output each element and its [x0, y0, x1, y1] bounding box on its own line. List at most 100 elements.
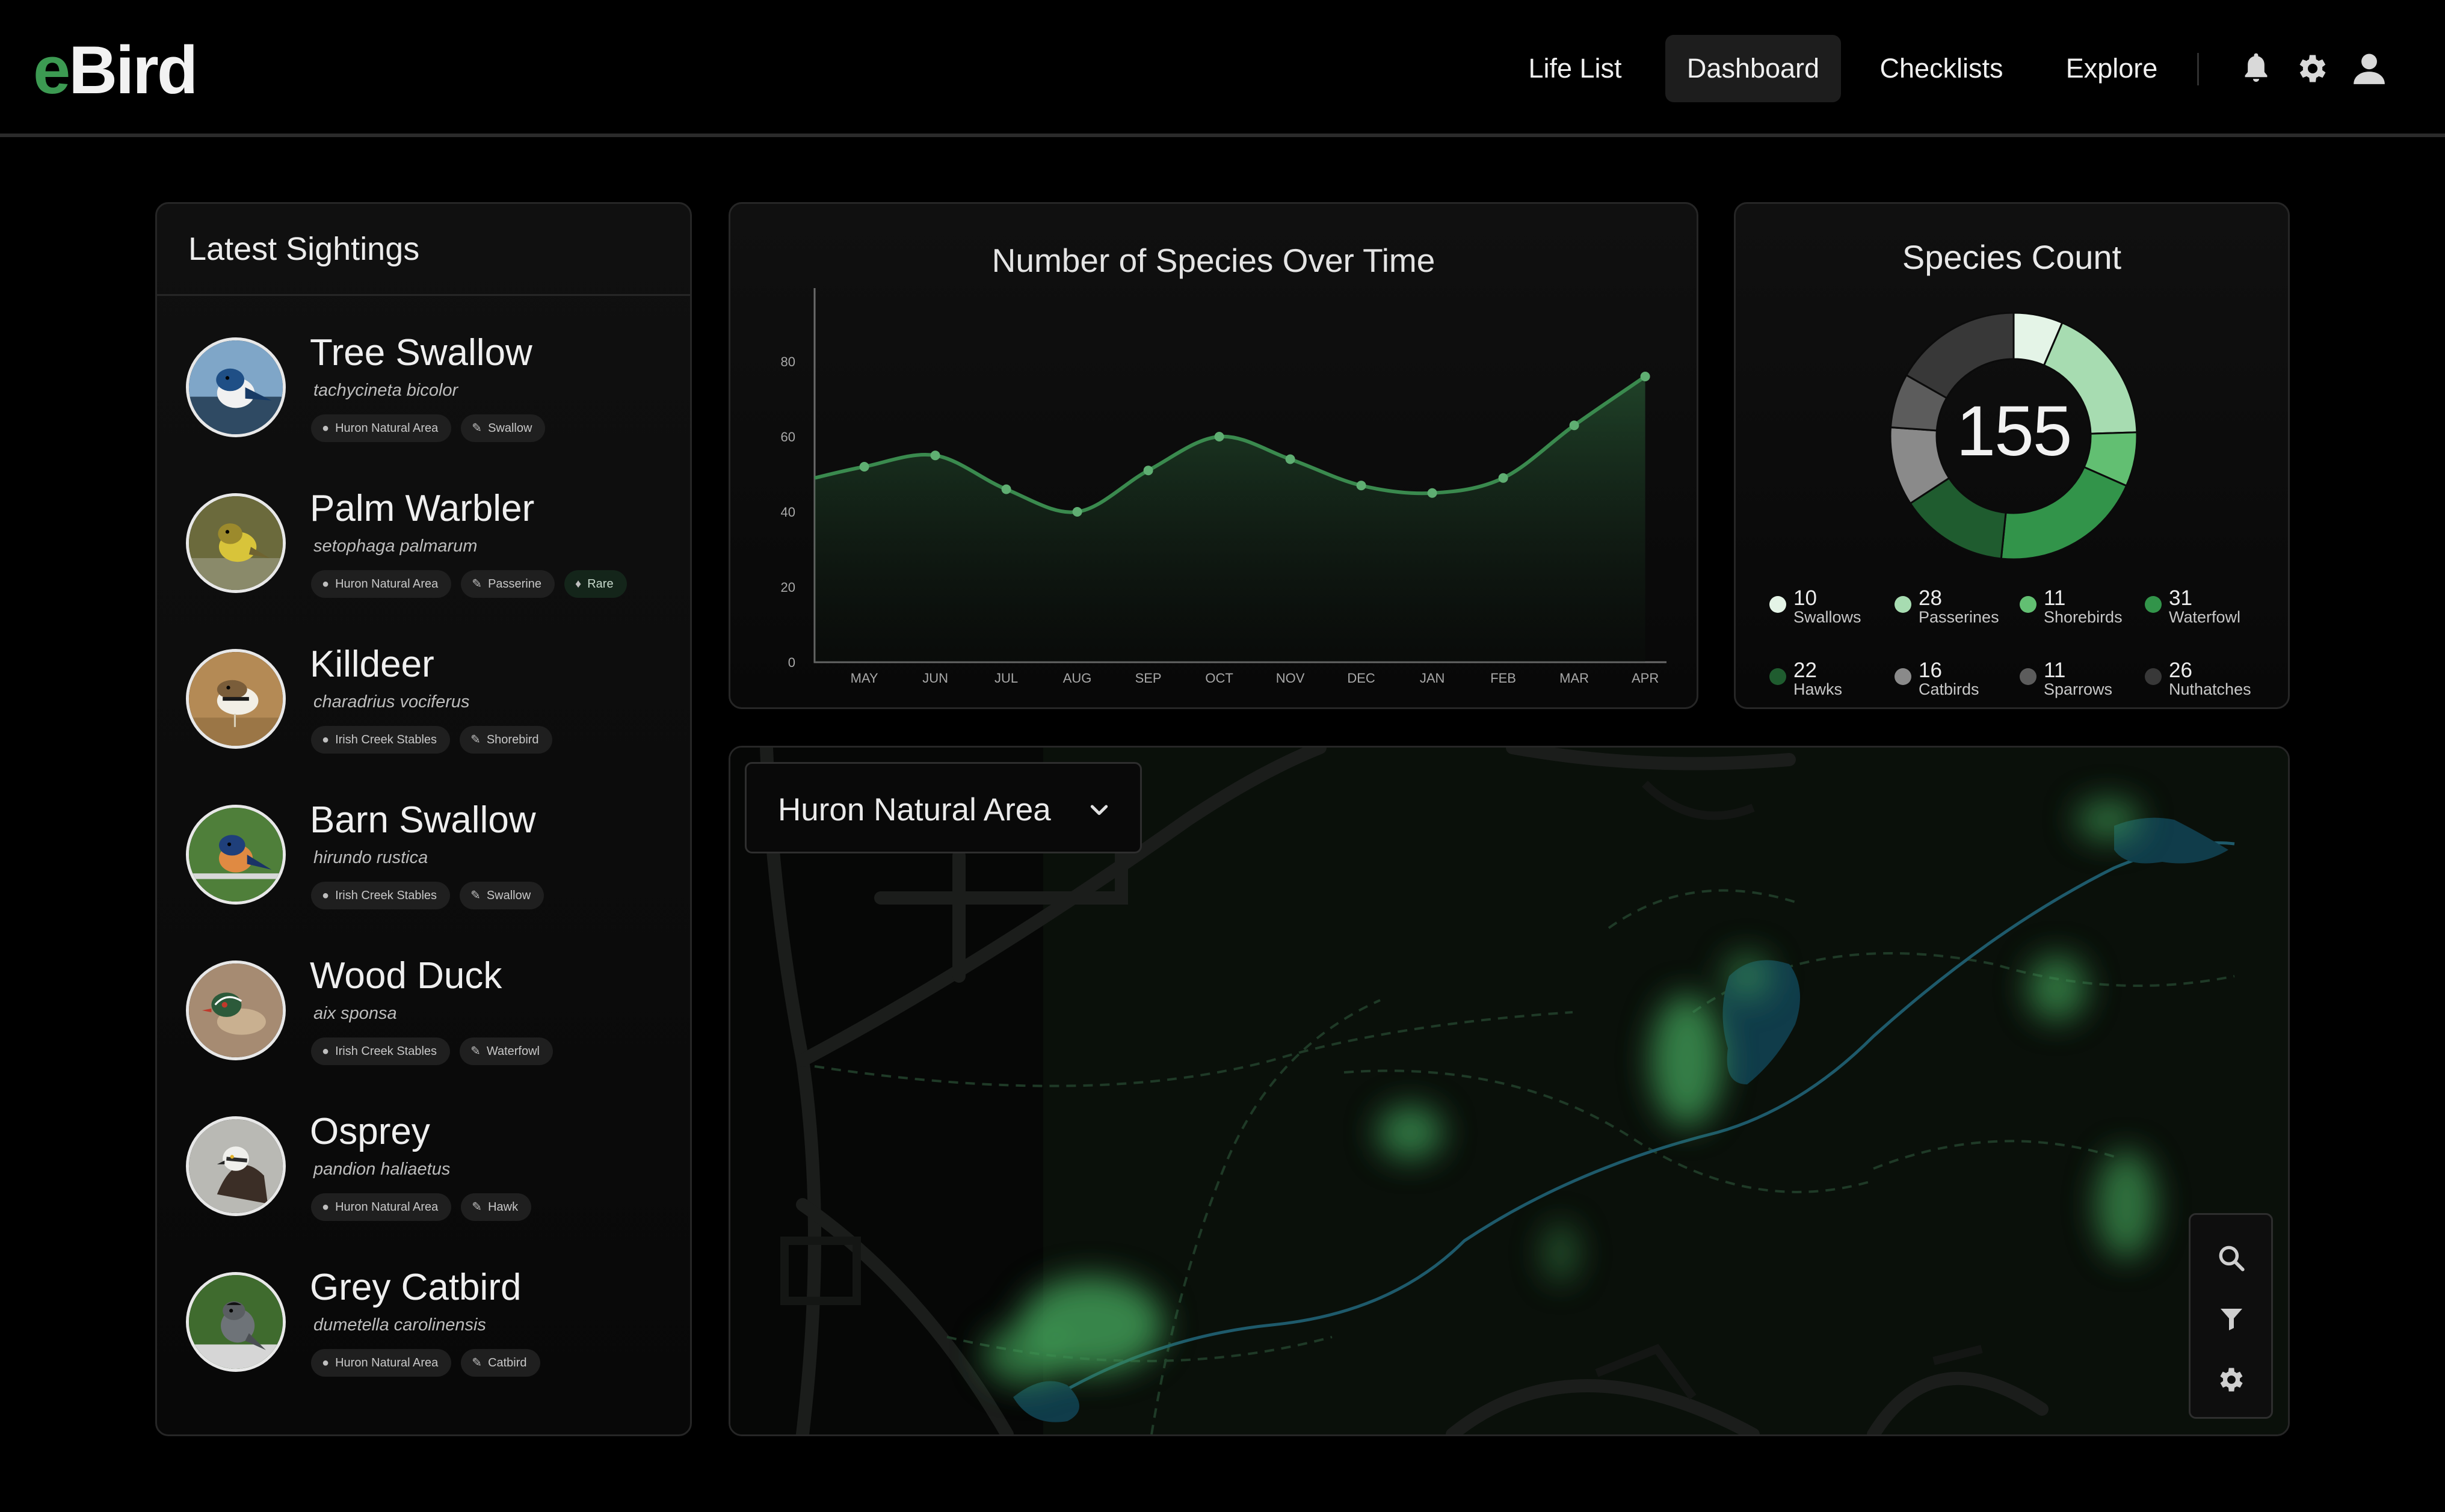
- rare-badge[interactable]: ♦ Rare: [564, 570, 627, 598]
- y-tick-label: 0: [788, 655, 795, 670]
- sighting-grey-catbird[interactable]: Grey Catbird dumetella carolinensis ● Hur…: [186, 1259, 679, 1379]
- data-point[interactable]: [1072, 507, 1082, 517]
- sighting-killdeer[interactable]: Killdeer charadrius vociferus ● Irish Cre…: [186, 636, 679, 756]
- legend-swatch: [1895, 668, 1911, 685]
- bird-photo: [186, 960, 286, 1060]
- legend-item-passerines[interactable]: 28 Passerines: [1895, 586, 2021, 635]
- scientific-name: aix sponsa: [313, 1004, 397, 1023]
- scientific-name: setophaga palmarum: [313, 536, 478, 556]
- sighting-wood-duck[interactable]: Wood Duck aix sponsa ● Irish Creek Stable…: [186, 947, 679, 1068]
- legend-label: Sparrows: [2044, 680, 2113, 698]
- x-tick-label: JAN: [1420, 671, 1445, 686]
- group-tag[interactable]: ✎ Shorebird: [460, 726, 552, 754]
- legend-swatch: [2020, 668, 2036, 685]
- chevron-down-icon: [1090, 805, 1108, 816]
- location-pin-icon: ●: [322, 889, 330, 902]
- legend-item-nuthatches[interactable]: 26 Nuthatches: [2145, 659, 2271, 707]
- bird-name: Barn Swallow: [310, 799, 536, 841]
- legend-item-waterfowl[interactable]: 31 Waterfowl: [2145, 586, 2271, 635]
- data-point[interactable]: [1285, 454, 1295, 464]
- data-point[interactable]: [1569, 420, 1579, 431]
- bird-photo: [186, 1116, 286, 1216]
- feather-icon: ✎: [470, 889, 481, 902]
- search-icon[interactable]: [2209, 1235, 2254, 1281]
- gear-icon[interactable]: [2209, 1357, 2254, 1403]
- legend-item-sparrows[interactable]: 11 Sparrows: [2020, 659, 2146, 707]
- data-point[interactable]: [1427, 488, 1437, 498]
- scientific-name: pandion haliaetus: [313, 1160, 451, 1179]
- bird-name: Palm Warbler: [310, 488, 535, 529]
- legend-swatch: [2020, 596, 2036, 613]
- filter-icon[interactable]: [2209, 1295, 2254, 1341]
- location-pin-icon: ●: [322, 1356, 330, 1369]
- feather-icon: ✎: [472, 577, 483, 591]
- series-area: [815, 376, 1645, 662]
- group-tag[interactable]: ✎ Waterfowl: [460, 1037, 553, 1065]
- legend-swatch: [1769, 668, 1786, 685]
- donut-slice-nuthatches[interactable]: [1905, 312, 2015, 399]
- species-over-time-chart: Number of Species Over Time 0 20 40 60 80 MAY…: [729, 202, 1698, 709]
- location-tag[interactable]: ● Irish Creek Stables: [311, 1037, 451, 1065]
- location-tag[interactable]: ● Huron Natural Area: [311, 414, 452, 442]
- legend-count: 26: [2169, 659, 2192, 682]
- group-tag[interactable]: ✎ Hawk: [461, 1193, 532, 1221]
- bird-photo: [186, 493, 286, 593]
- x-tick-label: APR: [1632, 671, 1659, 686]
- data-point[interactable]: [1356, 481, 1366, 491]
- location-pin-icon: ●: [322, 733, 330, 746]
- panel-title: Latest Sightings: [188, 231, 420, 267]
- scientific-name: tachycineta bicolor: [313, 381, 458, 400]
- nav-dashboard[interactable]: Dashboard: [1665, 35, 1841, 102]
- legend-label: Catbirds: [1919, 680, 1979, 698]
- bird-name: Grey Catbird: [310, 1267, 522, 1308]
- legend-count: 16: [1919, 659, 1942, 682]
- bird-name: Osprey: [310, 1111, 430, 1152]
- legend-item-swallows[interactable]: 10 Swallows: [1769, 586, 1896, 635]
- data-point[interactable]: [1001, 484, 1011, 494]
- bell-icon[interactable]: [2237, 49, 2275, 88]
- group-tag[interactable]: ✎ Swallow: [460, 882, 544, 909]
- legend-count: 10: [1793, 586, 1817, 610]
- area-dropdown-label: Huron Natural Area: [778, 792, 1051, 828]
- location-tag[interactable]: ● Irish Creek Stables: [311, 882, 451, 909]
- bird-photo: [186, 337, 286, 437]
- location-tag[interactable]: ● Huron Natural Area: [311, 570, 452, 598]
- x-tick-label: MAR: [1559, 671, 1589, 686]
- y-tick-label: 80: [781, 354, 795, 369]
- sighting-osprey[interactable]: Osprey pandion haliaetus ● Huron Natural …: [186, 1103, 679, 1223]
- data-point[interactable]: [1640, 372, 1650, 381]
- nav-life-list[interactable]: Life List: [1504, 35, 1646, 102]
- data-point[interactable]: [1214, 432, 1224, 441]
- sighting-palm-warbler[interactable]: Palm Warbler setophaga palmarum ● Huron N…: [186, 480, 679, 600]
- legend-label: Swallows: [1793, 608, 1861, 626]
- legend-item-hawks[interactable]: 22 Hawks: [1769, 659, 1896, 707]
- user-icon[interactable]: [2350, 49, 2388, 88]
- nav-explore[interactable]: Explore: [2041, 35, 2183, 102]
- y-tick-label: 40: [781, 505, 795, 520]
- data-point[interactable]: [1143, 466, 1153, 476]
- y-tick-label: 60: [781, 429, 795, 444]
- location-pin-icon: ●: [322, 1045, 330, 1058]
- group-tag[interactable]: ✎ Catbird: [461, 1349, 540, 1377]
- location-pin-icon: ●: [322, 577, 330, 591]
- area-dropdown[interactable]: Huron Natural Area: [745, 762, 1142, 853]
- location-tag[interactable]: ● Huron Natural Area: [311, 1349, 452, 1377]
- legend-item-shorebirds[interactable]: 11 Shorebirds: [2020, 586, 2146, 635]
- data-point[interactable]: [930, 450, 940, 461]
- gear-icon[interactable]: [2293, 49, 2332, 88]
- nav-checklists[interactable]: Checklists: [1863, 35, 2020, 102]
- group-tag[interactable]: ✎ Swallow: [461, 414, 546, 442]
- data-point[interactable]: [1498, 473, 1508, 483]
- data-point[interactable]: [859, 462, 869, 472]
- sighting-barn-swallow[interactable]: Barn Swallow hirundo rustica ● Irish Cree…: [186, 791, 679, 912]
- y-tick-label: 20: [781, 580, 795, 595]
- sightings-map[interactable]: Huron Natural Area: [729, 746, 2290, 1436]
- sighting-tree-swallow[interactable]: Tree Swallow tachycineta bicolor ● Huron …: [186, 324, 679, 444]
- location-tag[interactable]: ● Huron Natural Area: [311, 1193, 452, 1221]
- legend-item-catbirds[interactable]: 16 Catbirds: [1895, 659, 2021, 707]
- legend-count: 31: [2169, 586, 2192, 610]
- group-tag[interactable]: ✎ Passerine: [461, 570, 555, 598]
- donut-slice-waterfowl[interactable]: [2000, 466, 2128, 561]
- location-tag[interactable]: ● Irish Creek Stables: [311, 726, 451, 754]
- ebird-logo[interactable]: eBird: [33, 31, 198, 109]
